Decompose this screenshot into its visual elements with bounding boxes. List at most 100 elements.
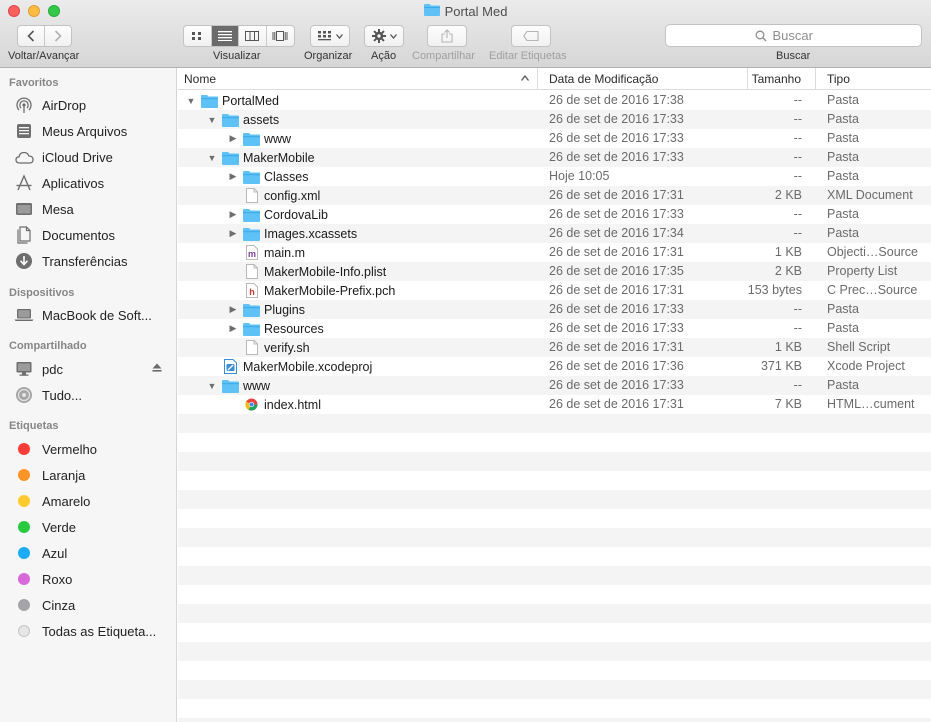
sidebar-item-macbook[interactable]: MacBook de Soft... xyxy=(14,304,174,326)
file-row[interactable]: ▶ Images.xcassets 26 de set de 2016 17:34 -… xyxy=(178,224,931,243)
view-label: Visualizar xyxy=(213,50,261,62)
sidebar-item-applications[interactable]: Aplicativos xyxy=(14,172,174,194)
column-header-date[interactable]: Data de Modificação xyxy=(538,68,748,90)
file-name: PortalMed xyxy=(222,93,279,108)
sidebar-item-label: iCloud Drive xyxy=(42,149,113,165)
file-kind: Pasta xyxy=(827,93,859,107)
column-header-name[interactable]: Nome xyxy=(178,68,538,90)
column-header-size[interactable]: Tamanho xyxy=(748,68,816,90)
search-input[interactable] xyxy=(772,28,833,43)
sidebar-tag-item[interactable]: Laranja xyxy=(14,464,174,486)
folder-icon xyxy=(243,207,260,222)
arrange-button[interactable] xyxy=(310,25,350,47)
file-row[interactable]: MakerMobile-Info.plist 26 de set de 2016 … xyxy=(178,262,931,281)
file-name-cell: ▼ PortalMed xyxy=(185,91,279,110)
cover-flow-button[interactable] xyxy=(267,26,294,46)
empty-row xyxy=(178,490,931,509)
sidebar-item-downloads[interactable]: Transferências xyxy=(14,250,174,272)
disclosure-closed-icon[interactable]: ▶ xyxy=(227,129,239,148)
search-field[interactable] xyxy=(665,24,922,47)
sidebar-item-label: Todas as Etiqueta... xyxy=(42,623,157,639)
file-name: CordovaLib xyxy=(264,207,328,222)
file-row[interactable]: ▶ CordovaLib 26 de set de 2016 17:33 -- Past… xyxy=(178,205,931,224)
disclosure-open-icon[interactable]: ▼ xyxy=(206,110,218,129)
disclosure-closed-icon[interactable]: ▶ xyxy=(227,205,239,224)
column-header-kind[interactable]: Tipo xyxy=(816,68,931,90)
disclosure-closed-icon[interactable]: ▶ xyxy=(227,319,239,338)
tag-icon xyxy=(523,31,539,41)
sidebar-tag-item[interactable]: Vermelho xyxy=(14,438,174,460)
disclosure-open-icon[interactable]: ▼ xyxy=(206,376,218,395)
disclosure-closed-icon[interactable]: ▶ xyxy=(227,167,239,186)
file-kind: Objecti…Source xyxy=(827,245,919,259)
file-row[interactable]: index.html 26 de set de 2016 17:31 7 KB HTM… xyxy=(178,395,931,414)
sidebar-item-documents[interactable]: Documentos xyxy=(14,224,174,246)
file-row[interactable]: config.xml 26 de set de 2016 17:31 2 KB XML… xyxy=(178,186,931,205)
file-row[interactable]: ▶ www 26 de set de 2016 17:33 -- Pasta xyxy=(178,129,931,148)
sidebar-tag-item[interactable]: Amarelo xyxy=(14,490,174,512)
file-row[interactable]: MakerMobile.xcodeproj 26 de set de 2016 1… xyxy=(178,357,931,376)
disclosure-closed-icon[interactable]: ▶ xyxy=(227,224,239,243)
file-size: 2 KB xyxy=(774,188,802,202)
disclosure-open-icon[interactable]: ▼ xyxy=(185,91,197,110)
file-kind: Xcode Project xyxy=(827,359,905,373)
file-row[interactable]: h MakerMobile-Prefix.pch 26 de set de 2016… xyxy=(178,281,931,300)
file-size: -- xyxy=(793,207,802,221)
column-view-button[interactable] xyxy=(239,26,267,46)
icon-view-button[interactable] xyxy=(184,26,212,46)
sidebar-item-label: Mesa xyxy=(42,201,74,217)
file-row[interactable]: ▶ Classes Hoje 10:05 -- Pasta xyxy=(178,167,931,186)
sidebar-item-all-files[interactable]: Meus Arquivos xyxy=(14,120,174,142)
sidebar-tag-item[interactable]: Verde xyxy=(14,516,174,538)
file-row[interactable]: ▼ PortalMed 26 de set de 2016 17:38 -- Pasta xyxy=(178,91,931,110)
file-row[interactable]: ▼ www 26 de set de 2016 17:33 -- Pasta xyxy=(178,376,931,395)
file-row[interactable]: ▼ MakerMobile 26 de set de 2016 17:33 -- Pas… xyxy=(178,148,931,167)
file-size: 371 KB xyxy=(760,359,802,373)
file-row[interactable]: ▼ assets 26 de set de 2016 17:33 -- Pasta xyxy=(178,110,931,129)
file-kind: Pasta xyxy=(827,169,859,183)
sidebar-item-label: Amarelo xyxy=(42,493,91,509)
action-button[interactable] xyxy=(364,25,404,47)
list-view-button[interactable] xyxy=(211,26,239,46)
file-name: Images.xcassets xyxy=(264,226,358,241)
edit-tags-button[interactable] xyxy=(511,25,551,47)
sidebar-item-network-all[interactable]: Tudo... xyxy=(14,384,174,406)
disclosure-closed-icon[interactable]: ▶ xyxy=(227,300,239,319)
sidebar-item-pdc[interactable]: pdc xyxy=(14,358,174,380)
file-row[interactable]: ▶ Resources 26 de set de 2016 17:33 -- Pasta xyxy=(178,319,931,338)
folder-icon xyxy=(222,150,239,165)
edit-tags-label: Editar Etiquetas xyxy=(489,50,567,62)
back-button[interactable] xyxy=(18,26,45,46)
file-date: 26 de set de 2016 17:36 xyxy=(549,359,684,373)
file-kind: XML Document xyxy=(827,188,913,202)
empty-row xyxy=(178,642,931,661)
file-row[interactable]: verify.sh 26 de set de 2016 17:31 1 KB Shel… xyxy=(178,338,931,357)
file-row[interactable]: m main.m 26 de set de 2016 17:31 1 KB Object… xyxy=(178,243,931,262)
folder-icon xyxy=(243,226,260,241)
file-row[interactable]: ▶ Plugins 26 de set de 2016 17:33 -- Pasta xyxy=(178,300,931,319)
sidebar-tag-item[interactable]: Cinza xyxy=(14,594,174,616)
eject-icon[interactable] xyxy=(152,363,162,375)
file-size: -- xyxy=(793,226,802,240)
sidebar-item-airdrop[interactable]: AirDrop xyxy=(14,94,174,116)
file-name-cell: ▶ www xyxy=(227,129,291,148)
sidebar-tag-item[interactable]: Todas as Etiqueta... xyxy=(14,620,174,642)
forward-button[interactable] xyxy=(45,26,71,46)
sidebar-section-favorites: Favoritos xyxy=(9,77,59,89)
file-date: 26 de set de 2016 17:33 xyxy=(549,131,684,145)
sidebar-tag-item[interactable]: Roxo xyxy=(14,568,174,590)
document-icon xyxy=(243,340,260,355)
network-icon xyxy=(14,385,34,405)
disclosure-open-icon[interactable]: ▼ xyxy=(206,148,218,167)
sidebar-item-desktop[interactable]: Mesa xyxy=(14,198,174,220)
file-date: 26 de set de 2016 17:33 xyxy=(549,207,684,221)
file-size: -- xyxy=(793,112,802,126)
file-date: 26 de set de 2016 17:33 xyxy=(549,321,684,335)
applications-icon xyxy=(14,173,34,193)
sidebar-tag-item[interactable]: Azul xyxy=(14,542,174,564)
share-button[interactable] xyxy=(427,25,467,47)
sidebar-item-icloud[interactable]: iCloud Drive xyxy=(14,146,174,168)
grid-icon xyxy=(192,32,202,40)
chevron-right-icon xyxy=(54,30,62,42)
empty-row xyxy=(178,566,931,585)
